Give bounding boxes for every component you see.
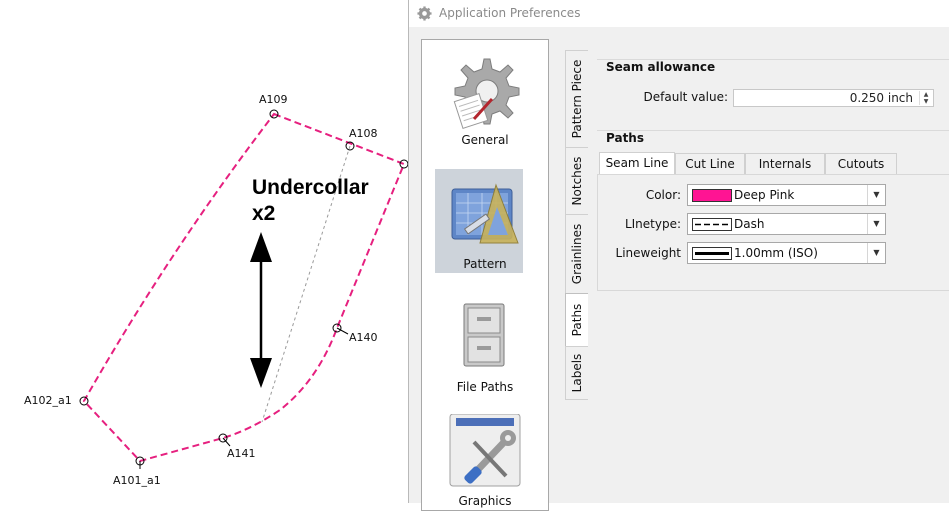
label-a140: A140 xyxy=(349,331,378,344)
paths-settings-panel: Seam allowance Default value: 0.250 inch… xyxy=(588,44,949,503)
wrench-icon xyxy=(449,414,521,487)
vtab-paths[interactable]: Paths xyxy=(565,293,588,347)
lineweight-label: Lineweight xyxy=(615,246,681,260)
label-a102-a1: A102_a1 xyxy=(24,394,72,407)
linetype-label: LInetype: xyxy=(624,217,681,231)
point-a107[interactable] xyxy=(399,159,409,169)
paths-title: Paths xyxy=(606,131,644,145)
chevron-down-icon: ▼ xyxy=(867,243,885,263)
tab-cutouts[interactable]: Cutouts xyxy=(825,153,897,174)
dialog-title: Application Preferences xyxy=(439,6,581,20)
vtab-notches[interactable]: Notches xyxy=(565,147,588,215)
color-combobox[interactable]: Deep Pink ▼ xyxy=(687,184,886,206)
preferences-dialog: Application Preferences General Pattern … xyxy=(408,0,949,511)
default-value-text: 0.250 inch xyxy=(849,91,913,105)
default-value-label: Default value: xyxy=(643,90,728,104)
color-value: Deep Pink xyxy=(734,188,795,202)
gear-icon xyxy=(453,58,520,129)
category-label: Graphics xyxy=(458,494,512,508)
vtab-labels[interactable]: Labels xyxy=(565,346,588,400)
vtab-pattern-piece[interactable]: Pattern Piece xyxy=(565,50,588,148)
category-pattern[interactable]: Pattern xyxy=(422,169,548,274)
chevron-down-icon: ▼ xyxy=(867,185,885,205)
spinbox-arrows[interactable]: ▲ ▼ xyxy=(919,91,932,105)
vtab-grainlines[interactable]: Grainlines xyxy=(565,214,588,294)
app-gear-icon xyxy=(417,6,432,21)
tab-cut-line[interactable]: Cut Line xyxy=(675,153,745,174)
piece-quantity: x2 xyxy=(252,202,275,225)
lineweight-icon xyxy=(692,247,732,260)
file-cabinet-icon xyxy=(463,303,505,367)
chevron-down-icon: ▼ xyxy=(867,214,885,234)
piece-title: Undercollar xyxy=(252,176,369,199)
dash-line-icon xyxy=(692,218,732,231)
default-value-spinbox[interactable]: 0.250 inch ▲ ▼ xyxy=(733,89,934,107)
color-label: Color: xyxy=(645,188,681,202)
grain-arrow-head-down xyxy=(250,358,272,388)
lineweight-value: 1.00mm (ISO) xyxy=(734,246,818,260)
linetype-combobox[interactable]: Dash ▼ xyxy=(687,213,886,235)
linetype-value: Dash xyxy=(734,217,765,231)
label-a109: A109 xyxy=(259,93,288,106)
label-a141: A141 xyxy=(227,447,256,460)
dialog-titlebar[interactable]: Application Preferences xyxy=(409,0,949,27)
category-graphics[interactable]: Graphics xyxy=(422,406,548,511)
category-general[interactable]: General xyxy=(422,45,548,150)
category-label: Pattern xyxy=(463,257,507,271)
category-list: General Pattern File Paths Graphics xyxy=(421,39,549,511)
color-swatch xyxy=(692,189,732,202)
label-a101-a1: A101_a1 xyxy=(113,474,161,487)
category-label: File Paths xyxy=(456,380,514,394)
lineweight-combobox[interactable]: 1.00mm (ISO) ▼ xyxy=(687,242,886,264)
seam-allowance-title: Seam allowance xyxy=(606,60,716,74)
tab-seam-line[interactable]: Seam Line xyxy=(599,152,675,175)
label-a108: A108 xyxy=(349,127,378,140)
seam-line xyxy=(82,112,406,463)
pattern-piece-drawing: A109 A108 A140 A141 A101_a1 A102_a1 Unde… xyxy=(24,93,409,487)
category-file-paths[interactable]: File Paths xyxy=(422,292,548,397)
pattern-tools-icon xyxy=(451,183,519,244)
grain-arrow-head-up xyxy=(250,232,272,262)
tab-internals[interactable]: Internals xyxy=(745,153,825,174)
category-label: General xyxy=(461,133,509,147)
pattern-canvas[interactable]: A109 A108 A140 A141 A101_a1 A102_a1 Unde… xyxy=(0,0,410,503)
